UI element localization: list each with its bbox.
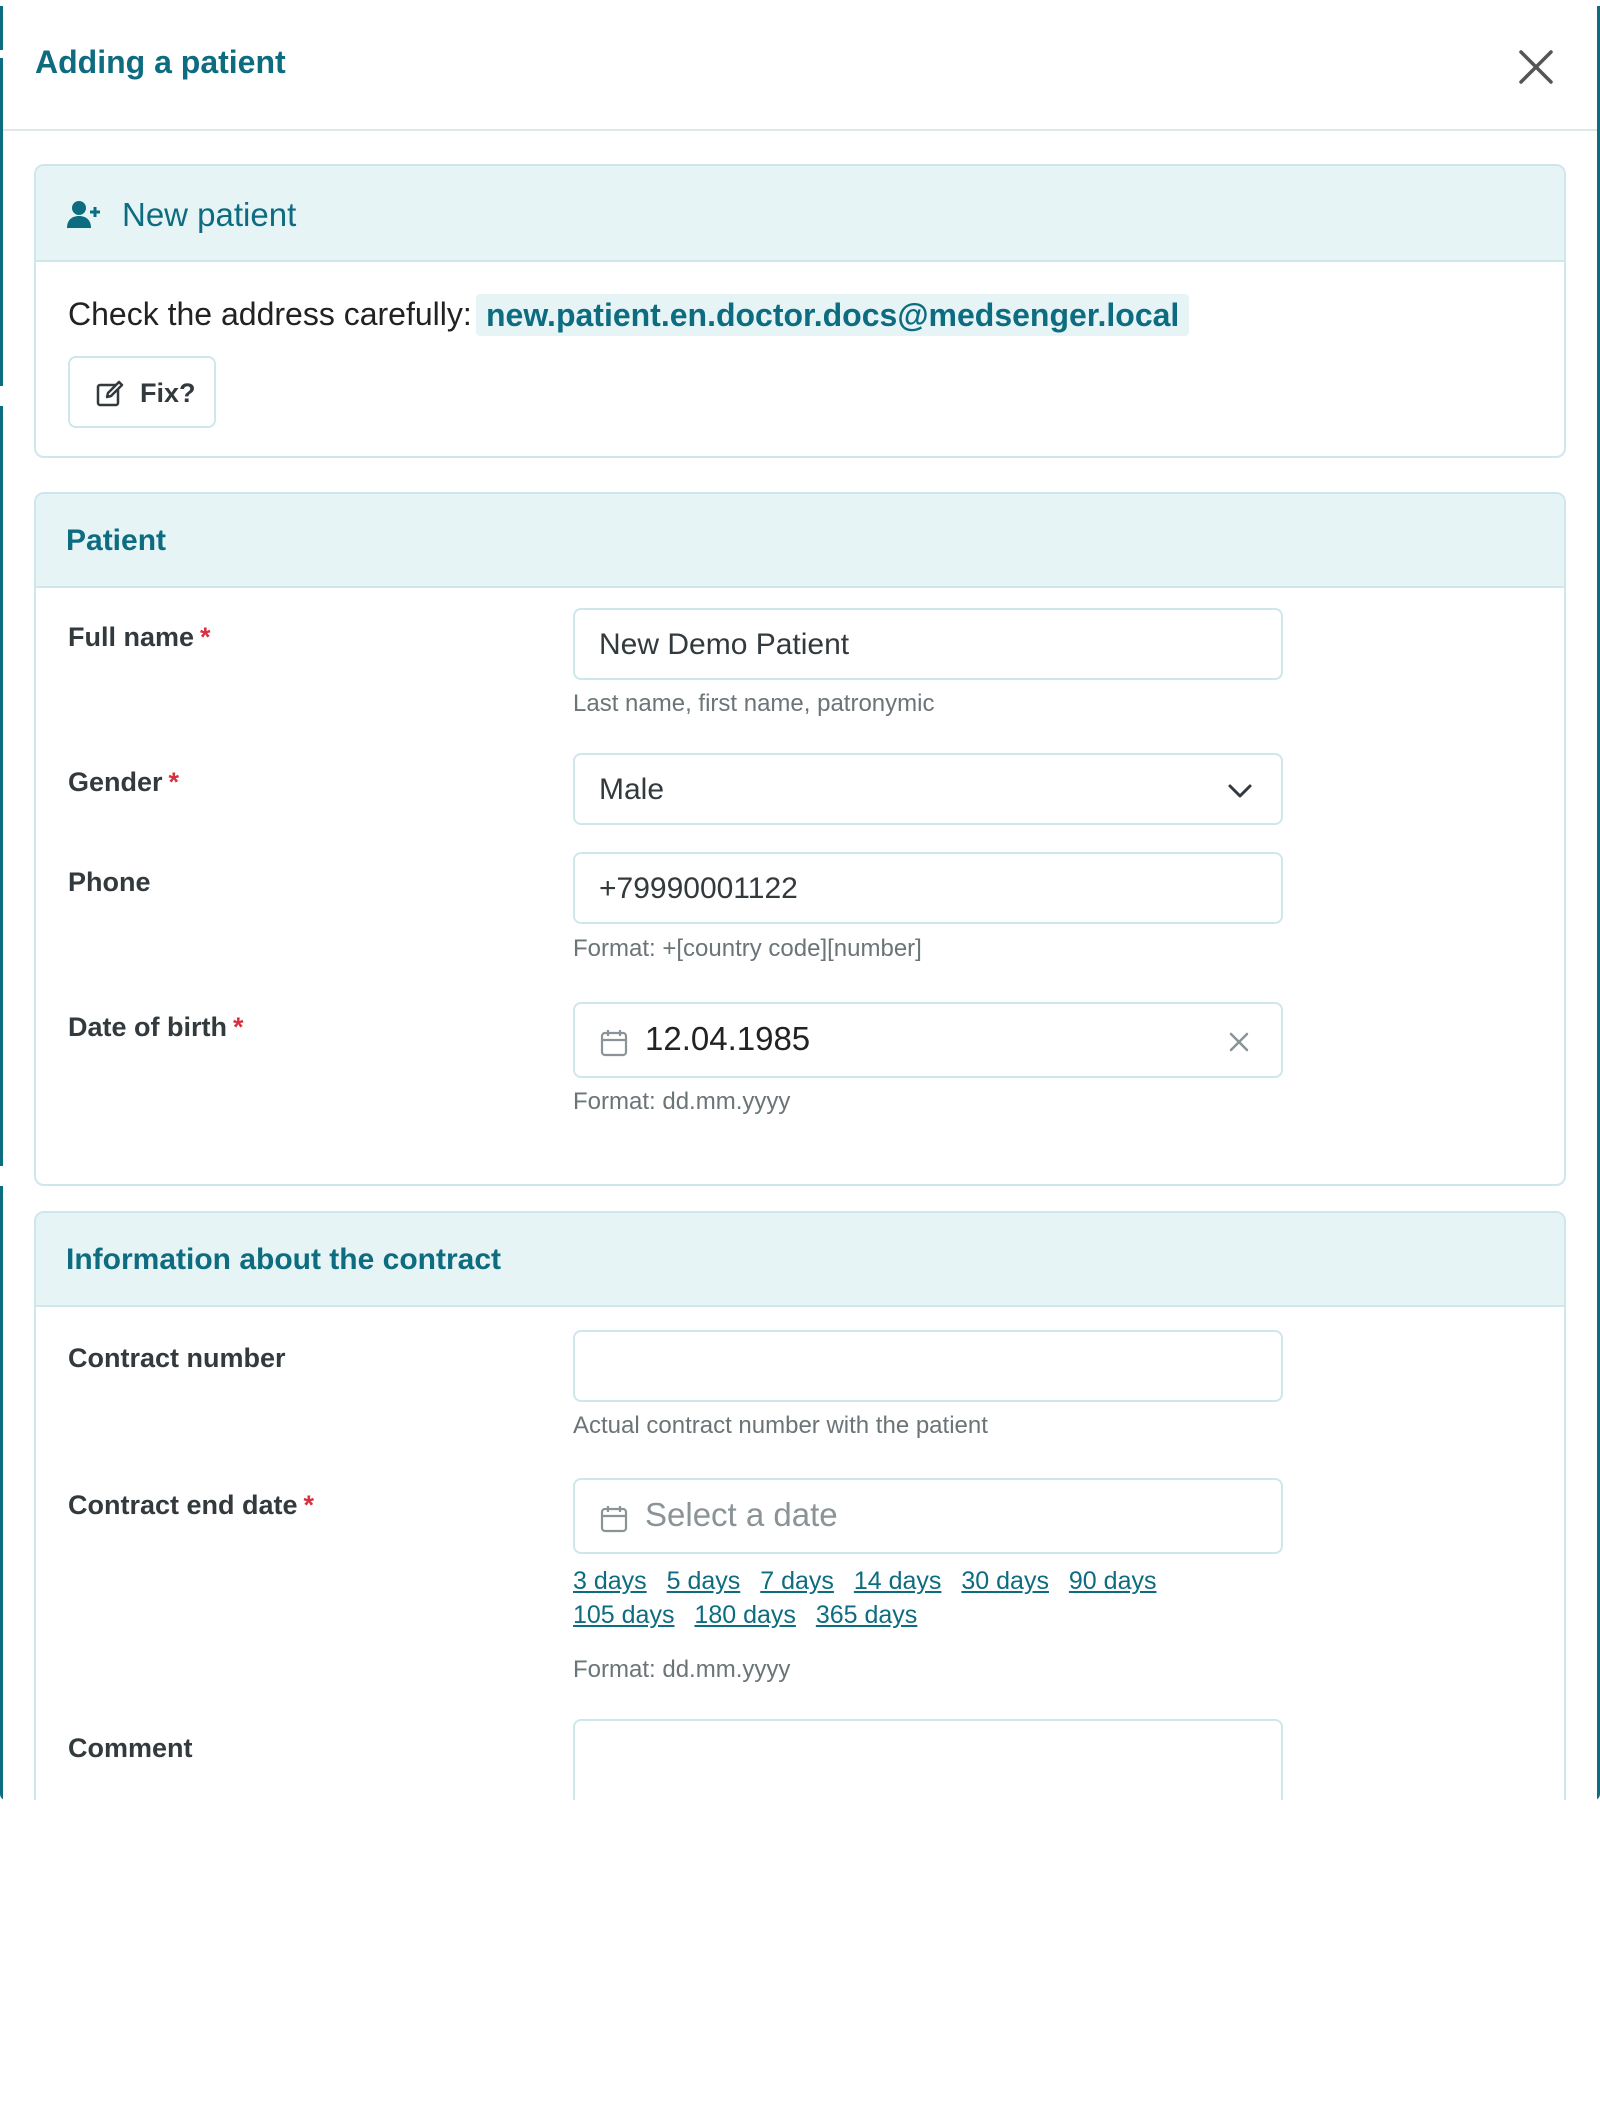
gender-label-text: Gender [68,767,163,797]
gender-select[interactable]: Male [573,753,1283,825]
contract-end-date-placeholder[interactable]: Select a date [645,1496,838,1534]
quick-link-3-days[interactable]: 3 days [573,1567,647,1595]
contract-panel-header: Information about the contract [36,1213,1564,1307]
quick-link-365-days[interactable]: 365 days [816,1601,917,1629]
dob-label: Date of birth * [68,1012,244,1043]
required-mark: * [168,767,180,797]
quick-link-90-days[interactable]: 90 days [1069,1567,1157,1595]
contract-number-hint: Actual contract number with the patient [573,1412,988,1439]
contract-number-input[interactable] [573,1330,1283,1402]
close-button[interactable] [1513,44,1559,90]
full-name-hint: Last name, first name, patronymic [573,690,935,717]
required-mark: * [200,622,211,652]
contract-end-date-label-text: Contract end date [68,1490,298,1520]
full-name-label-text: Full name [68,622,195,652]
dob-label-text: Date of birth [68,1012,227,1042]
clear-icon[interactable] [1227,1030,1251,1054]
comment-textarea[interactable] [573,1719,1283,1800]
gender-value[interactable]: Male [599,773,664,807]
edit-icon [96,380,124,407]
phone-label: Phone [68,867,151,897]
calendar-icon [600,1030,628,1057]
patient-panel: Patient Full name * New Demo Patient Last… [34,492,1566,1186]
required-mark: * [303,1490,315,1520]
patient-email: new.patient.en.doctor.docs@medsenger.loc… [476,294,1190,336]
contract-end-date-label: Contract end date * [68,1490,314,1521]
phone-hint: Format: +[country code][number] [573,935,922,962]
quick-link-105-days[interactable]: 105 days [573,1601,674,1629]
new-patient-panel: New patient Check the address carefully:… [34,164,1566,458]
dob-hint: Format: dd.mm.yyyy [573,1088,791,1115]
quick-date-links: 3 days 5 days 7 days 14 days 30 days 90 … [573,1564,1213,1632]
check-address-text: Check the address carefully: [68,296,472,332]
quick-link-180-days[interactable]: 180 days [694,1601,795,1629]
add-patient-modal: Adding a patient New patient Check the a… [0,0,1600,1800]
fix-email-button[interactable]: Fix? [68,356,216,428]
comment-label: Comment [68,1733,193,1763]
dob-date-picker[interactable]: 12.04.1985 [573,1002,1283,1078]
contract-number-label: Contract number [68,1343,286,1373]
phone-input[interactable]: +79990001122 [573,852,1283,924]
chevron-down-icon[interactable] [1227,781,1253,801]
fix-label: Fix? [140,378,196,408]
user-plus-icon [67,201,100,228]
full-name-input[interactable]: New Demo Patient [573,608,1283,680]
phone-value[interactable]: +79990001122 [599,872,798,906]
modal-title: Adding a patient [35,44,286,80]
quick-link-7-days[interactable]: 7 days [760,1567,834,1595]
new-patient-title: New patient [122,196,297,233]
quick-link-14-days[interactable]: 14 days [854,1567,942,1595]
full-name-value[interactable]: New Demo Patient [599,628,849,662]
quick-link-30-days[interactable]: 30 days [961,1567,1049,1595]
gender-label: Gender * [68,767,179,798]
contract-panel: Information about the contract Contract … [34,1211,1566,1800]
required-mark: * [233,1012,244,1042]
modal-header: Adding a patient [3,0,1597,131]
contract-end-date-picker[interactable]: Select a date [573,1478,1283,1554]
patient-panel-title: Patient [66,524,167,557]
new-patient-header: New patient [36,166,1564,262]
patient-panel-header: Patient [36,494,1564,588]
contract-panel-title: Information about the contract [66,1243,501,1276]
contract-end-date-hint: Format: dd.mm.yyyy [573,1656,791,1683]
dob-value[interactable]: 12.04.1985 [645,1020,810,1058]
full-name-label: Full name * [68,622,211,653]
quick-link-5-days[interactable]: 5 days [667,1567,741,1595]
modal-left-edge [0,6,3,1800]
close-icon[interactable] [1513,44,1559,90]
calendar-icon [600,1506,628,1533]
